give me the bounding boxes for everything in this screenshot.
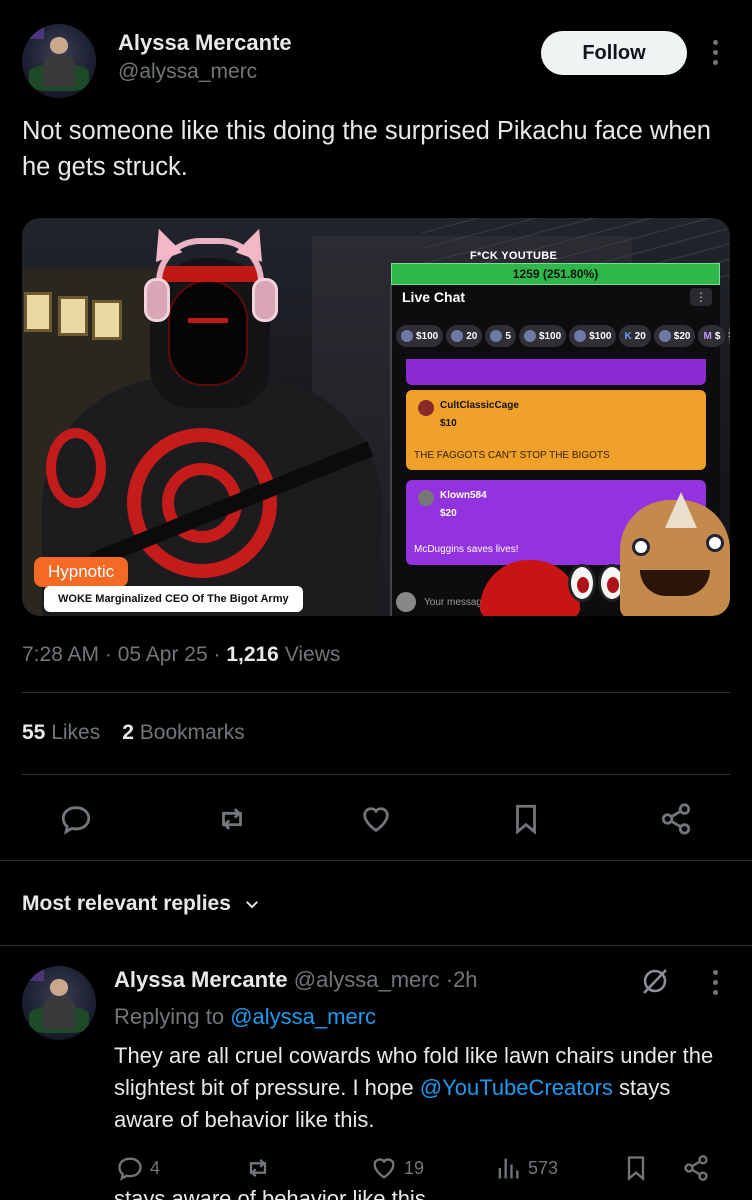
reply-reply-count: 4 [150, 1157, 161, 1178]
reply-like-button[interactable]: 19 [370, 1152, 424, 1184]
reply-icon[interactable] [58, 801, 94, 837]
reply-time[interactable]: 2h [453, 967, 477, 992]
reply-reply-button[interactable]: 4 [116, 1152, 160, 1184]
follow-button[interactable]: Follow [541, 31, 687, 75]
chat-user-avatar [418, 490, 434, 506]
live-chat-title: Live Chat [402, 289, 466, 305]
goal-progress-bar: 1259 (251.80%) [391, 263, 720, 285]
mention-link[interactable]: @YouTubeCreators [420, 1075, 613, 1100]
bokoblin-eye [706, 534, 724, 552]
bookmarks-stat[interactable]: 2 Bookmarks [122, 721, 245, 745]
tip-chip-m[interactable]: M $ [698, 325, 726, 347]
grok-icon[interactable] [640, 966, 670, 996]
reply-views-count: 573 [528, 1157, 559, 1178]
headphone-left [144, 278, 170, 322]
reply-bookmark-button[interactable] [622, 1152, 650, 1184]
heart-icon [373, 1158, 395, 1179]
tip-chip[interactable]: $100 [518, 325, 567, 347]
reply-repost-button[interactable] [244, 1152, 272, 1184]
chat-amount: $20 [440, 508, 457, 519]
reply-author-name[interactable]: Alyssa Mercante [114, 967, 288, 992]
reply-separator: · [445, 967, 454, 992]
chat-username: CultClassicCage [440, 400, 519, 411]
author-name[interactable]: Alyssa Mercante [118, 30, 292, 56]
reply-share-button[interactable] [682, 1152, 710, 1184]
tip-chip[interactable]: 20 [446, 325, 483, 347]
author-handle[interactable]: @alyssa_merc [118, 60, 257, 84]
reply-header: Alyssa Mercante @alyssa_merc ·2h [114, 967, 478, 993]
replying-to: Replying to @alyssa_merc [114, 1004, 376, 1030]
tip-chip-k[interactable]: K 20 [619, 325, 651, 347]
repost-icon[interactable] [214, 801, 250, 837]
reply-icon [118, 1157, 142, 1181]
heart-icon[interactable] [358, 801, 394, 837]
author-avatar[interactable] [22, 24, 96, 98]
reply-like-count: 19 [404, 1157, 425, 1178]
views-count: 1,216 [226, 643, 279, 666]
tip-chip[interactable]: $20 [653, 325, 696, 347]
tweet-date[interactable]: 05 Apr 25 [118, 643, 208, 666]
chat-text: McDuggins saves lives! [414, 544, 519, 555]
character-face [168, 280, 248, 386]
caption-badge: WOKE Marginalized CEO Of The Bigot Army [44, 586, 303, 612]
tweet-text: Not someone like this doing the surprise… [22, 117, 711, 181]
repost-icon [249, 1159, 267, 1177]
divider [0, 860, 752, 861]
bokoblin-horn [665, 492, 697, 528]
reply-more-options-icon[interactable] [711, 970, 719, 995]
window [92, 300, 122, 340]
tweet-time[interactable]: 7:28 AM [22, 643, 99, 666]
divider [22, 692, 730, 693]
tweet-media[interactable]: F*CK YOUTUBE 1259 (251.80%) Live Chat ⋮ … [22, 218, 730, 616]
chat-username: Klown584 [440, 490, 487, 501]
bookmark-icon [627, 1156, 645, 1181]
tips-more-button[interactable]: » [728, 325, 730, 345]
tweet-meta: 7:28 AM · 05 Apr 25 · 1,216 Views [22, 643, 341, 666]
bokoblin-eye [632, 538, 650, 556]
overlay-title: F*CK YOUTUBE [470, 250, 558, 262]
chat-message-partial [406, 359, 706, 385]
hypnotic-badge: Hypnotic [34, 557, 129, 587]
divider [22, 774, 730, 775]
replies-heading: Most relevant replies [22, 892, 231, 915]
tip-chip[interactable]: $100 [569, 325, 617, 347]
tip-chip[interactable]: $100 [396, 325, 444, 347]
cutoff-text: stays aware of behavior like this. [114, 1186, 432, 1200]
views-label: Views [284, 643, 341, 666]
chat-amount: $10 [440, 418, 457, 429]
cappy-eye [568, 564, 596, 602]
reply-author-handle[interactable]: @alyssa_merc [294, 967, 440, 992]
tweet-stats: 55 Likes 2 Bookmarks [22, 721, 245, 745]
chat-menu-icon[interactable]: ⋮ [690, 288, 712, 306]
chevron-down-icon [246, 901, 258, 909]
chat-input-placeholder: Your message [424, 596, 488, 608]
replying-to-label: Replying to [114, 1004, 225, 1029]
more-options-icon[interactable] [711, 40, 719, 65]
reply-author-avatar[interactable] [22, 966, 96, 1040]
tips-row: $100 20 5 $100 $100 K20 $20 M$ » [396, 325, 730, 349]
bookmark-icon[interactable] [508, 801, 544, 837]
replying-to-handle[interactable]: @alyssa_merc [230, 1004, 376, 1029]
chat-message: CultClassicCage $10 THE FAGGOTS CAN'T ST… [406, 390, 706, 470]
share-icon [684, 1155, 708, 1181]
replies-sort-button[interactable]: Most relevant replies [22, 892, 261, 916]
likes-stat[interactable]: 55 Likes [22, 721, 100, 745]
bar-chart-icon [498, 1158, 519, 1179]
window [24, 292, 52, 332]
reply-text: They are all cruel cowards who fold like… [114, 1043, 714, 1132]
reply-views-button[interactable]: 573 [494, 1152, 558, 1184]
share-icon[interactable] [658, 801, 694, 837]
chat-user-avatar [418, 400, 434, 416]
window [58, 296, 88, 336]
character-eyes [188, 318, 228, 323]
headphone-right [252, 278, 278, 322]
red-spiral [46, 428, 106, 508]
tip-chip[interactable]: 5 [485, 325, 516, 347]
divider [0, 945, 752, 946]
chat-input-avatar [396, 592, 416, 612]
chat-text: THE FAGGOTS CAN'T STOP THE BIGOTS [414, 450, 610, 461]
